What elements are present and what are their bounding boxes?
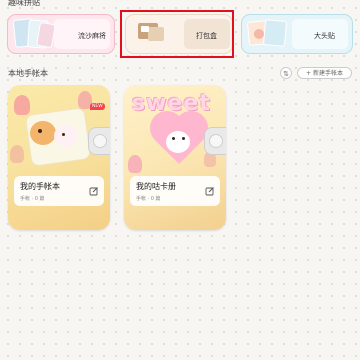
- card-label: 流沙麻将: [78, 32, 106, 40]
- notebook-meta: 手帐 · 0 篇: [20, 196, 45, 202]
- fun-card-photo-sticker[interactable]: 大头贴: [241, 14, 353, 54]
- notebook-title: 我的咕卡册: [136, 182, 176, 191]
- highlight-box: [120, 10, 234, 58]
- fun-card-quicksand-mahjong[interactable]: 流沙麻将: [7, 14, 115, 54]
- new-badge: NEW: [90, 103, 105, 110]
- section-title-local: 本地手帐本: [8, 69, 48, 78]
- strap-clasp: [88, 127, 110, 155]
- sort-button[interactable]: ⇅: [280, 67, 292, 79]
- edit-icon[interactable]: [89, 186, 99, 196]
- notebook-meta: 手帐 · 0 篇: [136, 196, 161, 202]
- edit-icon[interactable]: [205, 186, 215, 196]
- section-title-fun: 趣味拼贴: [8, 0, 40, 7]
- notebook-card-goo-card-album[interactable]: sweet 我的咕卡册 手帐 · 0 篇: [124, 85, 226, 230]
- strap-clasp: [204, 127, 226, 155]
- new-book-button[interactable]: + 新建手帐本: [297, 67, 352, 79]
- notebook-title: 我的手帐本: [20, 182, 60, 191]
- notebook-info-panel: 我的手帐本 手帐 · 0 篇: [14, 176, 104, 206]
- notebook-info-panel: 我的咕卡册 手帐 · 0 篇: [130, 176, 220, 206]
- card-label: 大头贴: [314, 32, 335, 40]
